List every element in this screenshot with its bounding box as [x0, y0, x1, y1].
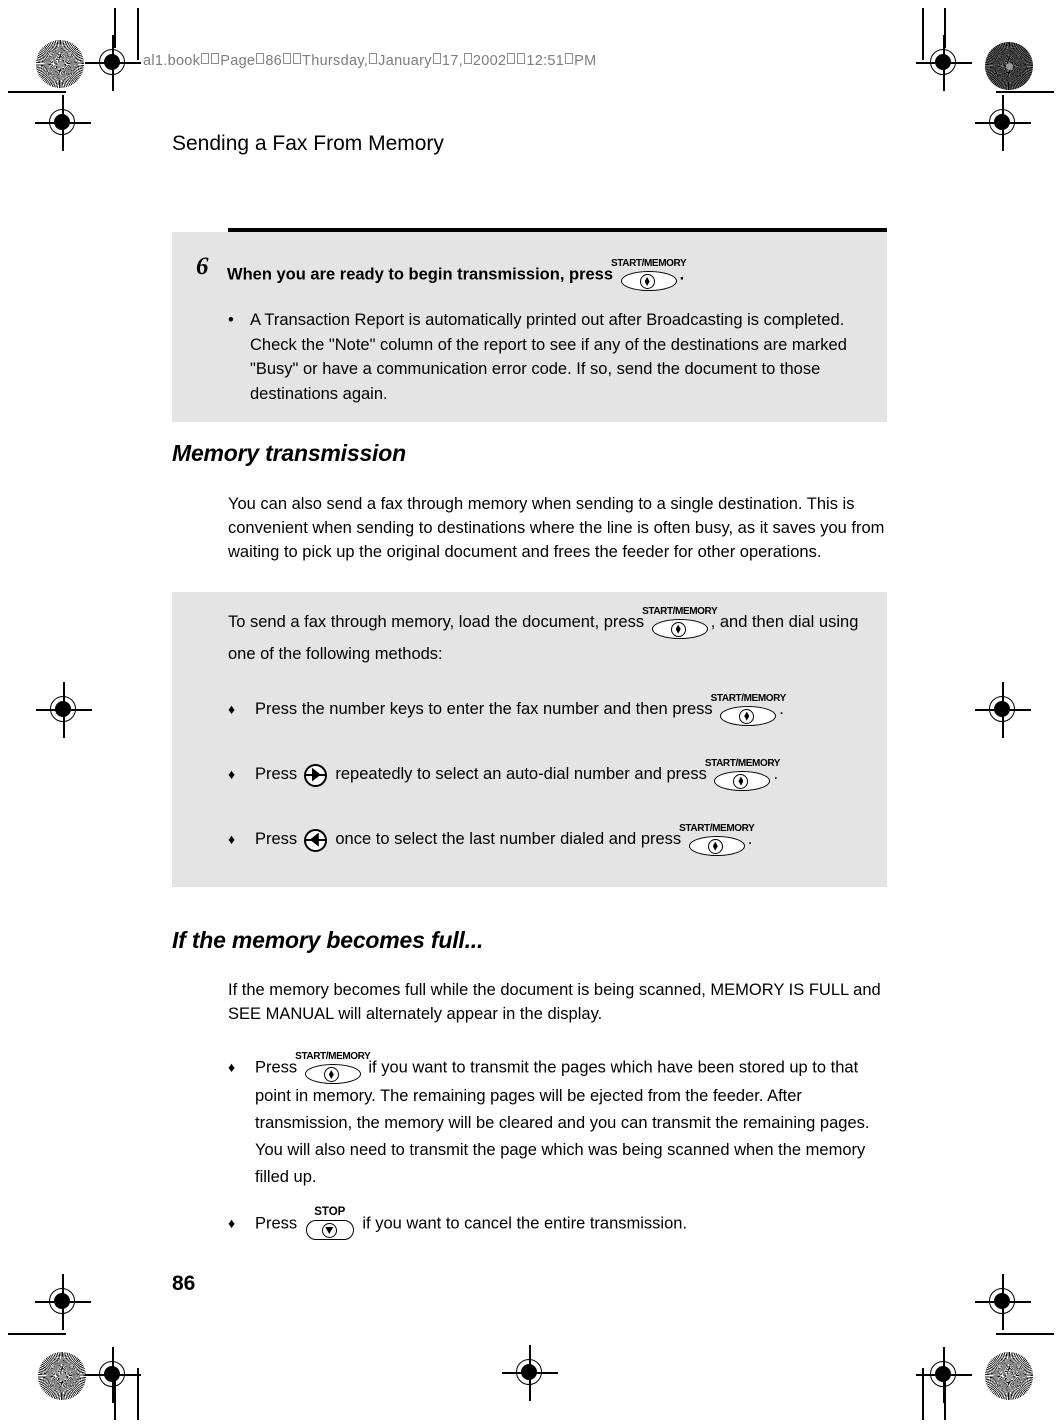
trim-line	[922, 8, 924, 60]
step-6-note-text: A Transaction Report is automatically pr…	[250, 311, 847, 403]
method-1-text-before: Press the number keys to enter the fax n…	[255, 700, 713, 718]
note-transmit-item: ♦ Press START/MEMORY if you want to tran…	[228, 1052, 878, 1191]
file-header-text: al1.book Page 86 Thursday, January 17, 2002 12:…	[143, 53, 597, 69]
start-memory-key-label: START/MEMORY	[710, 692, 787, 704]
method-list-item: ♦ Press repeatedly to select an auto-dia…	[228, 758, 883, 791]
crosshair-mark-left-lower	[35, 1274, 91, 1330]
note-cancel-before: Press	[255, 1214, 298, 1233]
starburst-mark-top-right	[985, 42, 1033, 90]
starburst-mark-bottom-left	[38, 1352, 86, 1400]
crosshair-mark-bottom-center	[502, 1345, 558, 1401]
crosshair-mark-right-lower	[975, 1274, 1031, 1330]
file-header-line: al1.book Page 86 Thursday, January 17, 2002 12:…	[143, 53, 597, 69]
method-3-text-middle: once to select the last number dialed an…	[335, 830, 682, 848]
note-cancel-after: if you want to cancel the entire transmi…	[362, 1214, 688, 1233]
bullet-dot: •	[228, 311, 234, 329]
trim-line	[922, 1368, 924, 1420]
note-cancel-text: Press STOP if you want to cancel the ent…	[255, 1206, 828, 1240]
start-memory-key-label: START/MEMORY	[611, 258, 687, 269]
note-transmit-before: Press	[255, 1058, 298, 1077]
arrow-left-key-icon[interactable]	[302, 827, 331, 853]
method-list-item: ♦ Press once to select the last number d…	[228, 823, 883, 856]
trim-line	[8, 1333, 66, 1335]
step-6-instruction-text: When you are ready to begin transmission…	[227, 265, 614, 284]
heading-memory-transmission: Memory transmission	[172, 440, 406, 466]
methods-intro-part1: To send a fax through memory, load the d…	[228, 613, 645, 631]
running-head: Sending a Fax From Memory	[172, 132, 444, 155]
heading-memory-full: If the memory becomes full...	[172, 927, 484, 953]
note-cancel-item: ♦ Press STOP if you want to cancel the e…	[228, 1206, 828, 1240]
diamond-bullet-icon: ♦	[228, 1215, 236, 1231]
method-2-text-middle: repeatedly to select an auto-dial number…	[335, 765, 707, 783]
diamond-bullet-icon: ♦	[228, 701, 236, 717]
start-memory-key-label: START/MEMORY	[704, 757, 781, 769]
page-number: 86	[172, 1272, 196, 1295]
crosshair-mark-left-upper	[35, 95, 91, 151]
diamond-bullet-icon: ♦	[228, 831, 236, 847]
trim-line	[8, 91, 66, 93]
trim-line	[996, 91, 1054, 93]
trim-line	[996, 1333, 1054, 1335]
stop-key-label: STOP	[314, 1206, 346, 1218]
start-memory-key-icon[interactable]: START/MEMORY	[679, 823, 755, 856]
arrow-right-key-icon[interactable]	[302, 762, 331, 788]
start-memory-key-label: START/MEMORY	[679, 822, 755, 834]
step-6-note: • A Transaction Report is automatically …	[228, 308, 878, 406]
trim-line	[944, 8, 946, 48]
trim-line	[114, 8, 116, 48]
methods-intro: To send a fax through memory, load the d…	[228, 606, 878, 670]
method-3-text-before: Press	[255, 830, 298, 848]
starburst-mark-top-left	[36, 40, 84, 88]
method-1-text: Press the number keys to enter the fax n…	[255, 693, 883, 726]
crosshair-mark-top-left	[85, 35, 141, 91]
crosshair-mark-right-upper	[975, 95, 1031, 151]
start-memory-key-icon[interactable]: START/MEMORY	[642, 606, 718, 639]
start-memory-key-icon[interactable]: START/MEMORY	[295, 1052, 371, 1084]
diamond-bullet-icon: ♦	[228, 1059, 236, 1075]
start-memory-key-icon[interactable]: START/MEMORY	[611, 259, 687, 291]
step-number: 6	[196, 253, 209, 280]
trim-line	[944, 1380, 946, 1420]
starburst-mark-bottom-right	[985, 1352, 1033, 1400]
start-memory-key-icon[interactable]: START/MEMORY	[711, 693, 786, 726]
method-3-text: Press once to select the last number dia…	[255, 823, 883, 856]
trim-line	[137, 1368, 139, 1420]
method-2-text-before: Press	[255, 765, 298, 783]
diamond-bullet-icon: ♦	[228, 766, 236, 782]
crosshair-mark-left-middle	[36, 682, 92, 738]
crosshair-mark-right-middle	[975, 682, 1031, 738]
paragraph-memory-full: If the memory becomes full while the doc…	[228, 981, 881, 1023]
trim-line	[114, 1380, 116, 1420]
start-memory-key-icon[interactable]: START/MEMORY	[705, 758, 780, 791]
note-transmit-text: Press START/MEMORY if you want to transm…	[255, 1052, 878, 1191]
method-2-text: Press repeatedly to select an auto-dial …	[255, 758, 883, 791]
paragraph-memory-transmission: You can also send a fax through memory w…	[228, 495, 885, 561]
stop-key-icon[interactable]: STOP	[302, 1206, 358, 1240]
crosshair-mark-bottom-left	[85, 1347, 141, 1403]
method-list-item: ♦ Press the number keys to enter the fax…	[228, 693, 883, 726]
start-memory-key-label: START/MEMORY	[642, 605, 718, 617]
step-6-instruction: When you are ready to begin transmission…	[227, 259, 867, 291]
trim-line	[137, 8, 139, 60]
start-memory-key-label: START/MEMORY	[295, 1051, 371, 1062]
